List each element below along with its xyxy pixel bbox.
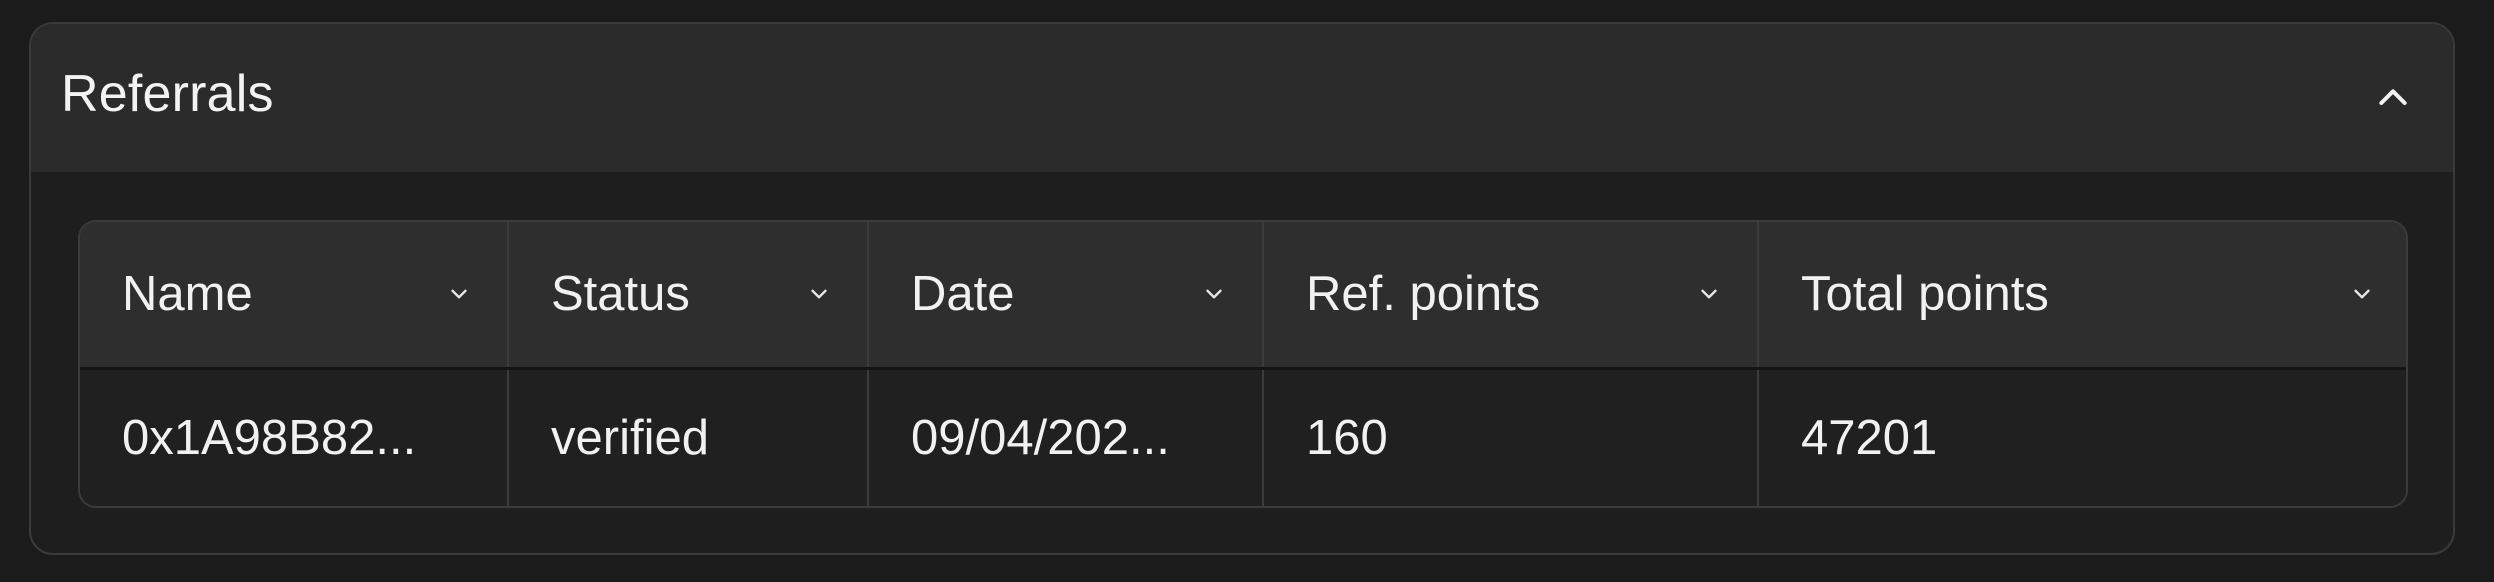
- cell-ref-points: 160: [1263, 368, 1759, 506]
- column-header-total-points[interactable]: Total points: [1758, 222, 2406, 370]
- column-label: Ref. points: [1306, 267, 1541, 322]
- chevron-down-icon[interactable]: [1691, 276, 1727, 312]
- referrals-table: Name Status Date Ref. points Total point…: [78, 220, 2408, 508]
- table-header-row: Name Status Date Ref. points Total point…: [80, 222, 2406, 370]
- panel-header[interactable]: Referrals: [31, 24, 2453, 172]
- column-label: Date: [911, 267, 1015, 322]
- panel-title: Referrals: [61, 65, 274, 123]
- column-header-name[interactable]: Name: [80, 222, 509, 370]
- column-header-status[interactable]: Status: [508, 222, 869, 370]
- chevron-up-icon: [2379, 89, 2407, 105]
- cell-date: 09/04/202...: [868, 368, 1264, 506]
- cell-status: verified: [508, 368, 869, 506]
- chevron-down-icon[interactable]: [1196, 276, 1232, 312]
- cell-total-points: 47201: [1801, 410, 1938, 465]
- column-header-ref-points[interactable]: Ref. points: [1263, 222, 1759, 370]
- column-label: Name: [122, 267, 253, 322]
- referrals-panel: Referrals Name Status Date Ref. points T…: [29, 22, 2455, 555]
- collapse-button[interactable]: [2363, 68, 2423, 128]
- cell-name: 0x1A98B82...: [80, 368, 509, 506]
- column-label: Total points: [1801, 267, 2049, 322]
- table-row[interactable]: 0x1A98B82... verified 09/04/202... 160 4…: [80, 368, 2406, 506]
- column-header-date[interactable]: Date: [868, 222, 1264, 370]
- column-label: Status: [551, 267, 690, 322]
- chevron-down-icon[interactable]: [441, 276, 477, 312]
- chevron-down-icon[interactable]: [2344, 276, 2380, 312]
- chevron-down-icon[interactable]: [801, 276, 837, 312]
